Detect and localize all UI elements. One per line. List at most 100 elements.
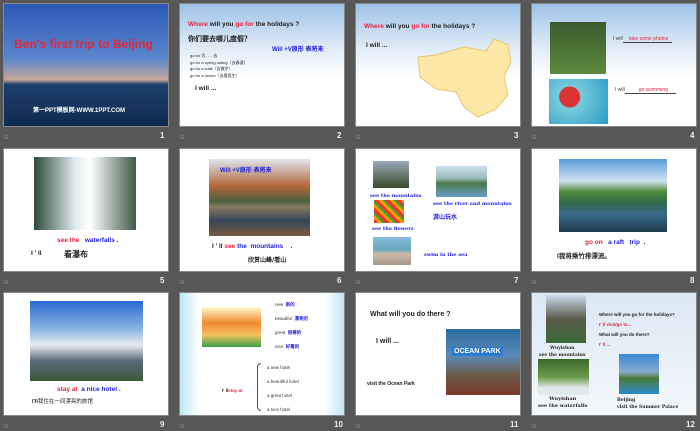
caption: see the river and mountains: [433, 201, 512, 207]
beach-image: [373, 237, 411, 265]
ocean-park-image: OCEAN PARK: [446, 329, 520, 395]
word-en: beautiful: [275, 316, 293, 321]
slide-number: 7: [514, 276, 519, 285]
cn-question: 你们要去哪儿度假？: [188, 36, 251, 43]
phrase-list: go for 为……去 go for a spring outing（去春游）. g…: [190, 53, 249, 79]
animation-star-icon: ☆: [179, 423, 186, 430]
school-image: [202, 307, 261, 347]
slide-number: 11: [510, 420, 519, 429]
brace: [257, 363, 261, 411]
slide-thumbnail-5[interactable]: see the waterfalls . I ' ll 看瀑布: [3, 148, 169, 272]
slide-thumbnail-2[interactable]: Where will you go for the holidays ? 你们要…: [179, 3, 345, 127]
option: a new hotel: [267, 365, 291, 370]
caption-line: see the mountains: [539, 353, 586, 358]
slide-thumbnail-1[interactable]: Ben's first trip to Beijing 第一PPT模板网-WWW…: [3, 3, 169, 127]
slide-number: 1: [160, 131, 165, 140]
flowers-image: [374, 200, 404, 223]
river-image: [436, 166, 487, 197]
slide-thumbnail-9[interactable]: stay at a nice hotel . I'll我住在一间漂亮的旅馆: [3, 292, 169, 416]
animation-star-icon: ☆: [531, 423, 538, 430]
animation-star-icon: ☆: [3, 134, 10, 141]
summer-palace-image: [619, 354, 659, 394]
word: go for: [411, 23, 430, 30]
word-en: nice: [275, 344, 284, 349]
cn-text: 我将乘竹排漂流。: [558, 252, 611, 260]
answer: go swimming: [624, 87, 676, 94]
animation-star-icon: ☆: [355, 423, 362, 430]
slide-number: 6: [337, 276, 342, 285]
options-list: a new hotel a beautiful hotel a great hote…: [267, 361, 299, 415]
word: Where: [364, 23, 384, 30]
caption: 游山玩水: [433, 215, 458, 221]
animation-star-icon: ☆: [531, 279, 538, 286]
word: the: [237, 243, 247, 250]
word: waterfalls: [84, 237, 115, 244]
slide-thumbnail-4[interactable]: I will take some photos I will go swimming: [531, 3, 697, 127]
word: .: [643, 239, 646, 246]
word-cn: 漂亮的: [294, 316, 309, 321]
word: go on: [585, 239, 603, 246]
i-will: I will ...: [366, 42, 388, 49]
ill: I ' ll: [31, 250, 42, 257]
word: .: [116, 237, 119, 244]
slide-thumbnail-3[interactable]: Where will you go for the holidays ? I w…: [355, 3, 521, 127]
slide-number: 9: [160, 420, 165, 429]
slide-footer: 第一PPT模板网-WWW.1PPT.COM: [33, 108, 125, 114]
slide-thumbnail-10[interactable]: new 新的 beautiful 漂亮的 great 很棒的 nice 好看的 …: [179, 292, 345, 416]
caption-line: Wuyishan: [549, 346, 575, 351]
caption-line: Wuyishan: [549, 396, 577, 402]
photographers-image: [550, 22, 606, 74]
word-en: new: [275, 302, 284, 307]
word: a nice hotel: [81, 386, 117, 393]
word: see: [224, 243, 236, 250]
slide-thumbnail-8[interactable]: go on a raft trip . I我将乘竹排漂流。: [531, 148, 697, 272]
caption: Beijing visit the Summer Palace: [617, 397, 678, 411]
wuyishan-mountain-image: [546, 295, 586, 343]
animation-star-icon: ☆: [355, 279, 362, 286]
word: will you: [385, 23, 410, 30]
qa-block: Where will you go for the holidays? I' l…: [599, 310, 675, 350]
word: stay at: [57, 386, 78, 393]
answer: I' ll visit/go to...: [599, 322, 632, 327]
word-cn: 好看的: [285, 344, 300, 349]
word: Where: [188, 21, 208, 28]
slide-thumbnail-7[interactable]: see the mountains see the river and moun…: [355, 148, 521, 272]
slide-number: 2: [337, 131, 342, 140]
answer: take some photos: [622, 36, 673, 43]
ocean-park-sign: OCEAN PARK: [452, 347, 503, 356]
question: What will you do there ?: [370, 311, 451, 318]
caption: swim in the sea: [424, 252, 468, 258]
word: the holidays ?: [255, 21, 300, 28]
word: see the: [57, 237, 80, 244]
word: will you: [209, 21, 234, 28]
slide-number: 4: [690, 131, 695, 140]
word: the holidays ?: [431, 23, 476, 30]
caption-line: see the waterfalls: [538, 403, 588, 409]
word: .: [290, 243, 293, 250]
slide-thumbnail-11[interactable]: What will you do there ? I will ... visi…: [355, 292, 521, 416]
caption: Wuyishan see the mountains: [539, 345, 585, 359]
slide-thumbnail-6[interactable]: Will +V原形 表将来 I ' ll see the mountains .…: [179, 148, 345, 272]
swimming-image: [549, 79, 608, 124]
grammar-note: Will +V原形 表将来: [272, 47, 324, 53]
word: I ' ll: [212, 243, 223, 250]
slide-number: 3: [514, 131, 519, 140]
china-map-image: [417, 38, 512, 118]
slide-thumbnail-12[interactable]: Where will you go for the holidays? I' l…: [531, 292, 697, 416]
word-cn: 新的: [285, 302, 295, 307]
word: go for: [235, 21, 254, 28]
grammar-note: Will +V原形 表将来: [220, 168, 272, 174]
slide-number: 8: [690, 276, 695, 285]
animation-star-icon: ☆: [179, 279, 186, 286]
animation-star-icon: ☆: [3, 423, 10, 430]
answer: I' ll ...: [599, 342, 611, 347]
question: What will you do there?: [599, 332, 650, 337]
word-cn: 很棒的: [287, 330, 302, 335]
word: trip: [629, 239, 640, 246]
slide-title: Ben's first trip to Beijing: [14, 37, 153, 51]
caption-line: Beijing: [617, 398, 636, 403]
mountains-image: [373, 161, 409, 188]
hotel-image: [30, 301, 143, 381]
option: a beautiful hotel: [267, 379, 299, 384]
word: a raft: [608, 239, 625, 246]
